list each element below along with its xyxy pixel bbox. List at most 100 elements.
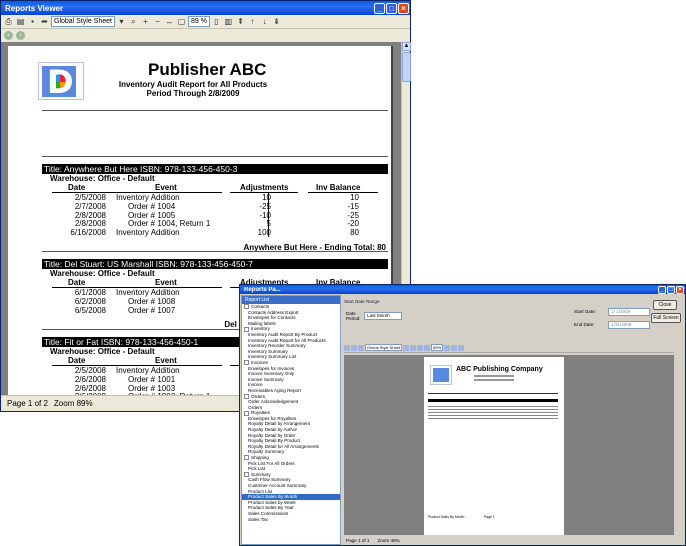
row-adjustment: 5 <box>233 219 271 228</box>
report-viewport-2: ABC Publishing Company Product Sales By … <box>344 355 674 535</box>
status-zoom: Zoom 89% <box>53 399 93 408</box>
dropdown-icon[interactable]: ▾ <box>116 16 127 27</box>
close-button-2[interactable]: × <box>676 285 684 294</box>
row-event: Order # 1008 <box>128 296 176 306</box>
tree-header: Report List <box>242 296 340 304</box>
row-adjustment: 10 <box>262 193 271 202</box>
row-date: 2/5/2008 <box>74 366 106 375</box>
col-date: Date <box>68 278 86 287</box>
report-page-2: ABC Publishing Company Product Sales By … <box>424 357 564 535</box>
find-icon-2[interactable] <box>403 344 410 351</box>
window-title: Reports Viewer <box>5 3 64 13</box>
status2-zoom: Zoom 46% <box>377 538 400 543</box>
style-sheet-select[interactable]: Global Style Sheet <box>51 16 115 27</box>
row-date: 2/7/2008 <box>74 201 106 211</box>
tree-item[interactable]: Sales Tax <box>242 517 340 523</box>
row-date: 6/5/2008 <box>74 305 106 315</box>
date-period-label: Date Period: <box>346 311 361 321</box>
nav-bar: ‹ › <box>1 29 410 41</box>
col-balance: Inv Balance <box>316 183 361 192</box>
col-date: Date <box>68 356 86 365</box>
warehouse-label: Warehouse: Office - Default <box>50 347 155 356</box>
fit-page-icon[interactable]: ▢ <box>176 16 187 27</box>
row-adjustment: 100 <box>257 228 271 238</box>
title-bar: Reports Viewer _ □ × <box>1 1 410 15</box>
zoom-select-2[interactable]: 89% <box>431 344 444 351</box>
full-screen-button[interactable]: Full Screen <box>651 313 681 323</box>
warehouse-label: Warehouse: Office - Default <box>50 174 155 183</box>
save-icon-2[interactable] <box>358 344 364 351</box>
date-period-select[interactable]: Last Month <box>364 312 402 320</box>
report-pane-window: Reports Pa... _ □ × Report List Contacts… <box>239 284 686 546</box>
next-page-icon-2[interactable] <box>451 344 458 351</box>
close-report-button[interactable]: Close <box>653 300 677 310</box>
prev-page-icon[interactable]: ↑ <box>247 16 258 27</box>
row-event: Order # 1004, Return 1 <box>128 219 211 229</box>
scroll-up-icon[interactable]: ▲ <box>402 42 411 51</box>
end-date-input[interactable]: 1/31/2009 <box>608 321 650 329</box>
row-adjustment: -10 <box>259 210 271 220</box>
window2-title: Reports Pa... <box>244 286 281 293</box>
zoom-out-icon[interactable]: − <box>152 16 163 27</box>
last-page-icon[interactable]: ⇟ <box>271 16 282 27</box>
section-title: Title: Del Stuart: US Marshall ISBN: 978… <box>42 259 388 269</box>
report-company: Publisher ABC <box>148 60 267 79</box>
row-date: 6/16/2008 <box>70 228 106 238</box>
single-page-icon[interactable]: ▯ <box>211 16 222 27</box>
prev-page-icon-2[interactable] <box>444 344 451 351</box>
row-event: Order # 1007 <box>128 305 176 315</box>
back-icon[interactable]: ‹ <box>4 30 13 40</box>
col-event: Event <box>155 183 177 192</box>
row-date: 2/8/2008 <box>74 210 106 220</box>
company-logo: D <box>38 62 84 100</box>
section-title: Title: Anywhere But Here ISBN: 978-133-4… <box>42 164 388 174</box>
scroll-thumb[interactable] <box>402 52 411 82</box>
minimize-button-2[interactable]: _ <box>658 285 666 294</box>
save-icon[interactable]: ▪ <box>27 16 38 27</box>
find-icon[interactable]: ⌕ <box>128 16 139 27</box>
close-button[interactable]: × <box>398 2 409 14</box>
row-date: 2/5/2008 <box>74 193 106 202</box>
open-icon[interactable]: ▤ <box>15 16 26 27</box>
minimize-button[interactable]: _ <box>374 2 385 14</box>
last-page-icon-2[interactable] <box>458 344 465 351</box>
style-sheet-select-2[interactable]: Global Style Sheet <box>365 344 403 351</box>
row-event: Inventory Addition <box>116 288 180 297</box>
print-icon[interactable]: ⎙ <box>3 16 14 27</box>
row-event: Order # 1001 <box>128 374 176 384</box>
report2-company: ABC Publishing Company <box>456 366 543 373</box>
row-balance: 10 <box>350 193 359 202</box>
maximize-button-2[interactable]: □ <box>667 285 675 294</box>
row-balance: -25 <box>347 210 359 220</box>
zoom-select[interactable]: 89 % <box>187 16 210 27</box>
row-event: Order # 1003 <box>128 383 176 393</box>
first-page-icon[interactable]: ⇞ <box>235 16 246 27</box>
fit-width-icon[interactable]: ↔ <box>164 16 175 27</box>
report-subtitle: Inventory Audit Report for All Products <box>118 80 268 89</box>
warehouse-label: Warehouse: Office - Default <box>50 269 155 278</box>
zoom-in-icon-2[interactable] <box>410 344 417 351</box>
multi-page-icon[interactable]: ▥ <box>223 16 234 27</box>
row-balance: -20 <box>347 219 359 229</box>
maximize-button[interactable]: □ <box>386 2 397 14</box>
start-date-input[interactable]: 1/ 1/2009 <box>608 308 650 316</box>
end-date-label: End Date: <box>574 322 595 327</box>
row-date: 2/8/2008 <box>74 219 106 229</box>
report-pane: Start Date Range Date Period: Last Month… <box>342 295 685 545</box>
row-event: Inventory Addition <box>116 228 180 238</box>
fit-width-icon-2[interactable] <box>424 344 431 351</box>
zoom-in-icon[interactable]: + <box>140 16 151 27</box>
forward-icon[interactable]: › <box>16 30 25 40</box>
export-icon[interactable]: ➦ <box>39 16 50 27</box>
row-date: 2/6/2008 <box>74 383 106 393</box>
zoom-out-icon-2[interactable] <box>417 344 424 351</box>
open-icon-2[interactable] <box>351 344 357 351</box>
row-date: 6/2/2008 <box>74 296 106 306</box>
next-page-icon[interactable]: ↓ <box>259 16 270 27</box>
row-event: Inventory Addition <box>116 193 180 202</box>
print-icon-2[interactable] <box>344 344 350 351</box>
col-event: Event <box>155 278 177 287</box>
report-list-tree: Report List Contacts Contacts Address Exp… <box>241 295 341 545</box>
report2-footer-mid: Page 1 <box>484 515 495 519</box>
row-event: Order # 1004 <box>128 201 176 211</box>
